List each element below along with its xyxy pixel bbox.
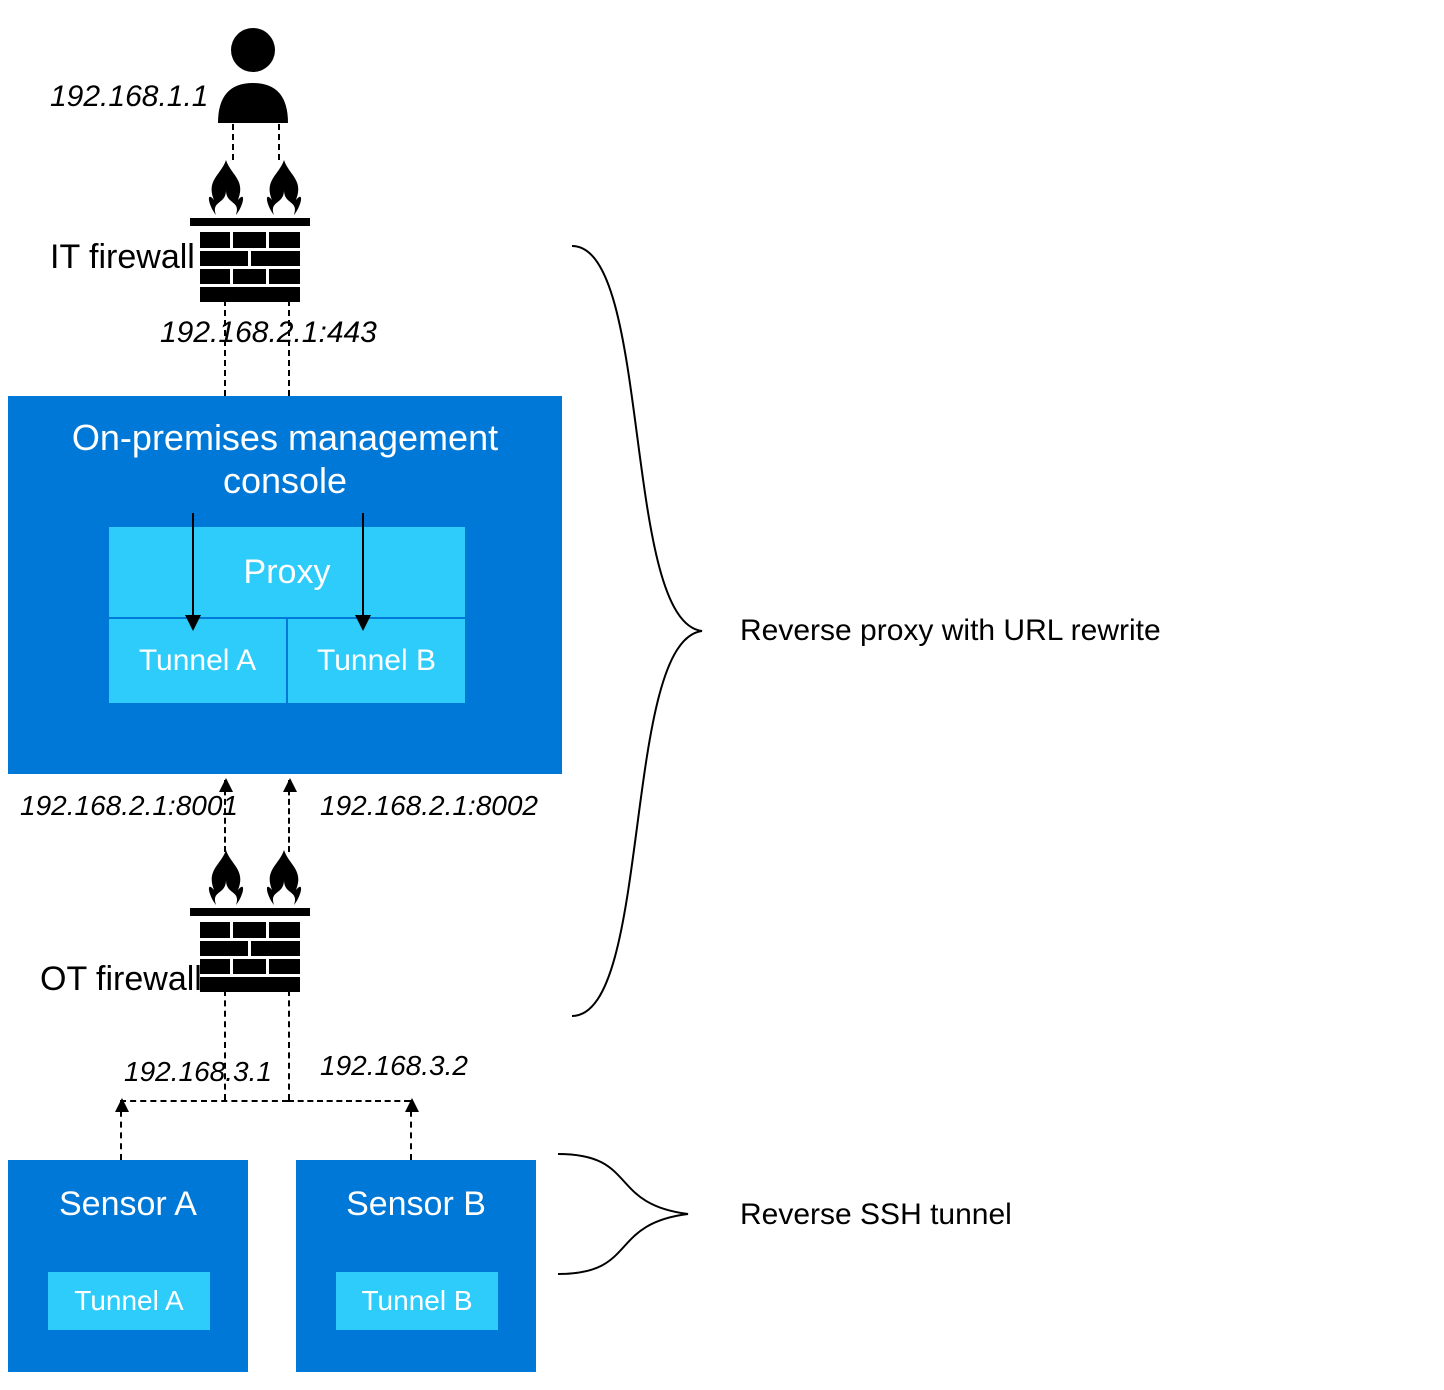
console-tunnel-b: Tunnel B [287,618,466,704]
connector-branch-right-h [288,1100,410,1102]
sensor-a-title: Sensor A [8,1160,248,1224]
connector-branch-left-v [120,1100,122,1160]
connector-itfw-console-right [288,300,290,396]
it-firewall-addr: 192.168.2.1:443 [160,316,377,350]
sensor-a-tunnel: Tunnel A [48,1272,210,1330]
sensor-b-tunnel: Tunnel B [336,1272,498,1330]
connector-branch-left-h [120,1100,288,1102]
bracket-reverse-proxy [562,236,722,1026]
it-firewall-icon [200,160,310,315]
console-title: On-premises management console [8,396,562,502]
connector-console-otfw-left [224,780,226,852]
arrow-proxy-to-tunnel-a [192,513,194,629]
ot-addr-left: 192.168.2.1:8001 [20,790,238,822]
sensor-b-addr: 192.168.3.2 [320,1050,468,1082]
reverse-ssh-label: Reverse SSH tunnel [740,1198,1012,1232]
proxy-box: Proxy [108,526,466,618]
connector-itfw-console-left [224,300,226,396]
sensor-a: Sensor A Tunnel A [8,1160,248,1372]
connector-user-fw-left [232,124,234,160]
sensor-b: Sensor B Tunnel B [296,1160,536,1372]
connector-otfw-sensors-right [288,990,290,1100]
connector-console-otfw-right [288,780,290,852]
ot-firewall-icon [200,850,310,1005]
user-icon [213,28,293,123]
ot-firewall-label: OT firewall [40,960,202,999]
connector-user-fw-right [278,124,280,160]
user-ip-label: 192.168.1.1 [50,80,208,114]
sensor-a-addr: 192.168.3.1 [124,1056,272,1088]
diagram-canvas: 192.168.1.1 IT firewall 192.168.2.1:443 … [0,0,1444,1390]
management-console: On-premises management console Proxy Tun… [8,396,562,774]
bracket-reverse-ssh [548,1144,708,1284]
arrow-proxy-to-tunnel-b [362,513,364,629]
connector-branch-right-v [410,1100,412,1160]
it-firewall-label: IT firewall [50,238,195,277]
ot-addr-right: 192.168.2.1:8002 [320,790,538,822]
sensor-b-title: Sensor B [296,1160,536,1224]
reverse-proxy-label: Reverse proxy with URL rewrite [740,614,1161,648]
